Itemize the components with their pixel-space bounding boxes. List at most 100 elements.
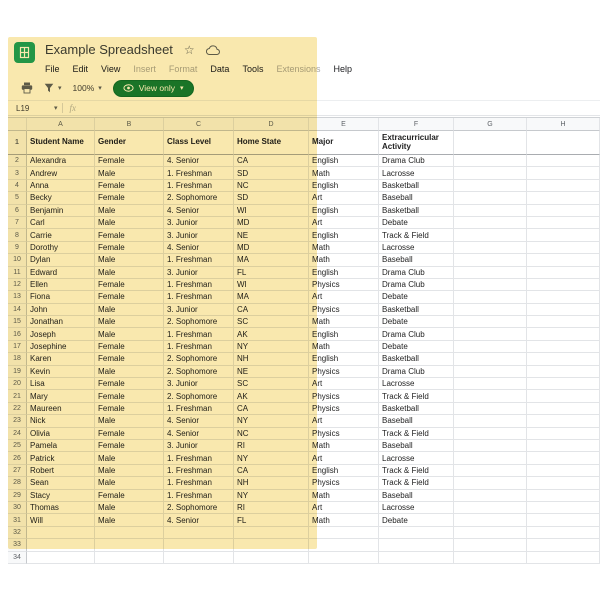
cell-D12[interactable]: WI xyxy=(234,279,309,291)
cell-A30[interactable]: Thomas xyxy=(27,502,95,514)
row-number-21[interactable]: 21 xyxy=(8,390,27,402)
cell-D15[interactable]: SC xyxy=(234,316,309,328)
cell-F6[interactable]: Basketball xyxy=(379,205,454,217)
cell-A15[interactable]: Jonathan xyxy=(27,316,95,328)
menu-extensions[interactable]: Extensions xyxy=(276,64,320,74)
row-number-14[interactable]: 14 xyxy=(8,304,27,316)
cloud-status-icon[interactable] xyxy=(206,45,220,55)
cell-F4[interactable]: Basketball xyxy=(379,180,454,192)
cell-E32[interactable] xyxy=(309,527,379,539)
cell-H13[interactable] xyxy=(527,291,600,303)
cell-D31[interactable]: FL xyxy=(234,514,309,526)
cell-E21[interactable]: Physics xyxy=(309,390,379,402)
menu-help[interactable]: Help xyxy=(333,64,352,74)
cell-D27[interactable]: CA xyxy=(234,465,309,477)
cell-H30[interactable] xyxy=(527,502,600,514)
cell-C11[interactable]: 3. Junior xyxy=(164,267,234,279)
cell-B24[interactable]: Female xyxy=(95,428,164,440)
cell-F30[interactable]: Lacrosse xyxy=(379,502,454,514)
cell-F31[interactable]: Debate xyxy=(379,514,454,526)
cell-F14[interactable]: Basketball xyxy=(379,304,454,316)
cell-C29[interactable]: 1. Freshman xyxy=(164,490,234,502)
cell-F5[interactable]: Baseball xyxy=(379,192,454,204)
cell-C9[interactable]: 4. Senior xyxy=(164,242,234,254)
cell-H3[interactable] xyxy=(527,167,600,179)
cell-E30[interactable]: Art xyxy=(309,502,379,514)
cell-G22[interactable] xyxy=(454,403,527,415)
cell-A17[interactable]: Josephine xyxy=(27,341,95,353)
cell-A14[interactable]: John xyxy=(27,304,95,316)
cell-G6[interactable] xyxy=(454,205,527,217)
cell-C8[interactable]: 3. Junior xyxy=(164,229,234,241)
cell-H24[interactable] xyxy=(527,428,600,440)
cell-E15[interactable]: Math xyxy=(309,316,379,328)
cell-F33[interactable] xyxy=(379,539,454,551)
cell-F12[interactable]: Drama Club xyxy=(379,279,454,291)
cell-A33[interactable] xyxy=(27,539,95,551)
menu-file[interactable]: File xyxy=(45,64,60,74)
cell-A26[interactable]: Patrick xyxy=(27,452,95,464)
menu-view[interactable]: View xyxy=(101,64,120,74)
cell-F25[interactable]: Baseball xyxy=(379,440,454,452)
cell-H14[interactable] xyxy=(527,304,600,316)
cell-E13[interactable]: Art xyxy=(309,291,379,303)
cell-C30[interactable]: 2. Sophomore xyxy=(164,502,234,514)
row-number-23[interactable]: 23 xyxy=(8,415,27,427)
cell-H4[interactable] xyxy=(527,180,600,192)
row-number-4[interactable]: 4 xyxy=(8,180,27,192)
row-number-17[interactable]: 17 xyxy=(8,341,27,353)
cell-E31[interactable]: Math xyxy=(309,514,379,526)
cell-C31[interactable]: 4. Senior xyxy=(164,514,234,526)
row-number-13[interactable]: 13 xyxy=(8,291,27,303)
cell-G7[interactable] xyxy=(454,217,527,229)
cell-D18[interactable]: NH xyxy=(234,353,309,365)
cell-C18[interactable]: 2. Sophomore xyxy=(164,353,234,365)
cell-G12[interactable] xyxy=(454,279,527,291)
cell-E16[interactable]: English xyxy=(309,328,379,340)
cell-D9[interactable]: MD xyxy=(234,242,309,254)
cell-D8[interactable]: NE xyxy=(234,229,309,241)
cell-E25[interactable]: Math xyxy=(309,440,379,452)
cell-C26[interactable]: 1. Freshman xyxy=(164,452,234,464)
cell-G21[interactable] xyxy=(454,390,527,402)
cell-B14[interactable]: Male xyxy=(95,304,164,316)
cell-H18[interactable] xyxy=(527,353,600,365)
cell-D10[interactable]: MA xyxy=(234,254,309,266)
cell-C1[interactable]: Class Level xyxy=(164,131,234,155)
cell-F10[interactable]: Baseball xyxy=(379,254,454,266)
cell-B15[interactable]: Male xyxy=(95,316,164,328)
cell-E18[interactable]: English xyxy=(309,353,379,365)
cell-A32[interactable] xyxy=(27,527,95,539)
cell-B26[interactable]: Male xyxy=(95,452,164,464)
cell-A10[interactable]: Dylan xyxy=(27,254,95,266)
cell-A28[interactable]: Sean xyxy=(27,477,95,489)
cell-H2[interactable] xyxy=(527,155,600,167)
cell-E3[interactable]: Math xyxy=(309,167,379,179)
cell-G31[interactable] xyxy=(454,514,527,526)
row-number-20[interactable]: 20 xyxy=(8,378,27,390)
cell-A20[interactable]: Lisa xyxy=(27,378,95,390)
cell-C28[interactable]: 1. Freshman xyxy=(164,477,234,489)
cell-E5[interactable]: Art xyxy=(309,192,379,204)
cell-C34[interactable] xyxy=(164,552,234,564)
cell-G13[interactable] xyxy=(454,291,527,303)
cell-H17[interactable] xyxy=(527,341,600,353)
cell-F32[interactable] xyxy=(379,527,454,539)
cell-B19[interactable]: Male xyxy=(95,366,164,378)
cell-D32[interactable] xyxy=(234,527,309,539)
cell-D33[interactable] xyxy=(234,539,309,551)
cell-A6[interactable]: Benjamin xyxy=(27,205,95,217)
cell-B32[interactable] xyxy=(95,527,164,539)
cell-H33[interactable] xyxy=(527,539,600,551)
cell-B1[interactable]: Gender xyxy=(95,131,164,155)
cell-H27[interactable] xyxy=(527,465,600,477)
cell-H1[interactable] xyxy=(527,131,600,155)
cell-E23[interactable]: Art xyxy=(309,415,379,427)
cell-F13[interactable]: Debate xyxy=(379,291,454,303)
row-number-28[interactable]: 28 xyxy=(8,477,27,489)
cell-D25[interactable]: RI xyxy=(234,440,309,452)
cell-A31[interactable]: Will xyxy=(27,514,95,526)
row-number-31[interactable]: 31 xyxy=(8,514,27,526)
cell-B3[interactable]: Male xyxy=(95,167,164,179)
cell-G26[interactable] xyxy=(454,452,527,464)
